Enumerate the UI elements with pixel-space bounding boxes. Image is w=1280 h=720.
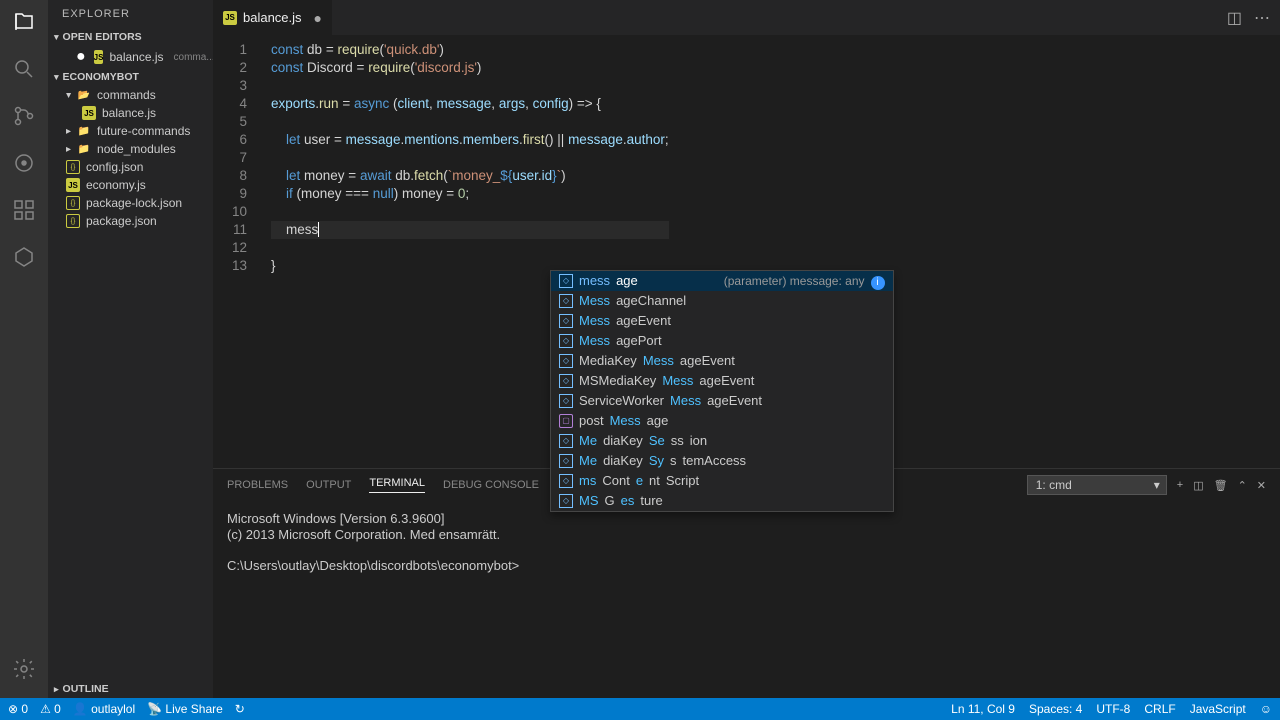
autocomplete-popup[interactable]: ◇message(parameter) message: anyi◇Messag… <box>550 270 894 512</box>
cursor-position[interactable]: Ln 11, Col 9 <box>951 702 1015 716</box>
tree-item[interactable]: ▸ 📁node_modules <box>54 140 213 158</box>
feedback-icon[interactable]: ☺ <box>1260 702 1272 716</box>
new-terminal-icon[interactable]: + <box>1177 479 1183 491</box>
kill-terminal-icon[interactable]: 🗑 <box>1214 479 1228 492</box>
panel-tab[interactable]: OUTPUT <box>306 479 351 491</box>
debug-icon[interactable] <box>12 151 36 180</box>
tree-item[interactable]: ▸ 📂commands <box>54 86 213 104</box>
sidebar-title: EXPLORER <box>48 0 213 28</box>
autocomplete-item[interactable]: ◇MediaKeySession <box>551 431 893 451</box>
tab-balance[interactable]: JS balance.js ● <box>213 0 332 35</box>
status-bar: ⊗ 0 ⚠ 0 👤 outlaylol 📡 Live Share ↻ Ln 11… <box>0 698 1280 720</box>
language[interactable]: JavaScript <box>1190 702 1246 716</box>
autocomplete-item[interactable]: ◇MSMediaKeyMessageEvent <box>551 371 893 391</box>
panel-tab[interactable]: PROBLEMS <box>227 479 288 491</box>
explorer-icon[interactable] <box>12 10 36 39</box>
close-panel-icon[interactable]: ✕ <box>1257 479 1266 492</box>
terminal-body[interactable]: Microsoft Windows [Version 6.3.9600] (c)… <box>213 501 1280 698</box>
warnings[interactable]: ⚠ 0 <box>40 702 61 716</box>
panel-tab[interactable]: DEBUG CONSOLE <box>443 479 539 491</box>
sidebar: EXPLORER OPEN EDITORS ● JS balance.js co… <box>48 0 213 698</box>
outline-section[interactable]: OUTLINE <box>48 680 213 698</box>
autocomplete-item[interactable]: ◇MessageEvent <box>551 311 893 331</box>
eol[interactable]: CRLF <box>1144 702 1175 716</box>
open-editor-file[interactable]: ● JS balance.js comma... <box>48 46 213 68</box>
split-terminal-icon[interactable]: ◫ <box>1193 479 1203 492</box>
scm-icon[interactable] <box>12 104 36 133</box>
gutter: 12345678910111213 <box>213 35 263 468</box>
editor[interactable]: 12345678910111213 const db = require('qu… <box>213 35 1280 468</box>
maximize-icon[interactable]: ⌃ <box>1238 479 1247 492</box>
autocomplete-item[interactable]: ◇MessageChannel <box>551 291 893 311</box>
more-icon[interactable]: ⋯ <box>1254 8 1270 28</box>
tree-item[interactable]: {}config.json <box>54 158 213 176</box>
autocomplete-item[interactable]: ◇MediaKeyMessageEvent <box>551 351 893 371</box>
autocomplete-item[interactable]: ◇msContentScript <box>551 471 893 491</box>
autocomplete-item[interactable]: ◇MSGesture <box>551 491 893 511</box>
errors[interactable]: ⊗ 0 <box>8 702 28 716</box>
autocomplete-item[interactable]: ▢postMessage <box>551 411 893 431</box>
autocomplete-item[interactable]: ◇message(parameter) message: anyi <box>551 271 893 291</box>
tab-bar: JS balance.js ● ◫ ⋯ <box>213 0 1280 35</box>
js-icon: JS <box>223 11 237 25</box>
encoding[interactable]: UTF-8 <box>1096 702 1130 716</box>
extensions-icon[interactable] <box>12 198 36 227</box>
search-icon[interactable] <box>12 57 36 86</box>
liveshare-icon[interactable] <box>12 245 36 274</box>
dirty-icon: ● <box>76 48 86 66</box>
sync[interactable]: ↻ <box>235 702 245 716</box>
autocomplete-item[interactable]: ◇ServiceWorkerMessageEvent <box>551 391 893 411</box>
tree-item[interactable]: {}package-lock.json <box>54 194 213 212</box>
autocomplete-item[interactable]: ◇MediaKeySystemAccess <box>551 451 893 471</box>
tree-item[interactable]: JSbalance.js <box>54 104 213 122</box>
settings-icon[interactable] <box>12 657 36 686</box>
split-icon[interactable]: ◫ <box>1227 8 1242 28</box>
close-icon[interactable]: ● <box>314 10 322 26</box>
tree-item[interactable]: JSeconomy.js <box>54 176 213 194</box>
tree-item[interactable]: ▸ 📁future-commands <box>54 122 213 140</box>
js-icon: JS <box>94 50 104 64</box>
open-editors-section[interactable]: OPEN EDITORS <box>48 28 213 46</box>
autocomplete-item[interactable]: ◇MessagePort <box>551 331 893 351</box>
terminal-selector[interactable]: 1: cmd <box>1027 475 1167 495</box>
activity-bar <box>0 0 48 698</box>
tree-item[interactable]: {}package.json <box>54 212 213 230</box>
indent[interactable]: Spaces: 4 <box>1029 702 1082 716</box>
minimap[interactable] <box>1200 35 1280 468</box>
panel-tab[interactable]: TERMINAL <box>369 477 425 493</box>
user[interactable]: 👤 outlaylol <box>73 702 135 716</box>
project-section[interactable]: ECONOMYBOT <box>48 68 213 86</box>
live-share[interactable]: 📡 Live Share <box>147 702 223 716</box>
